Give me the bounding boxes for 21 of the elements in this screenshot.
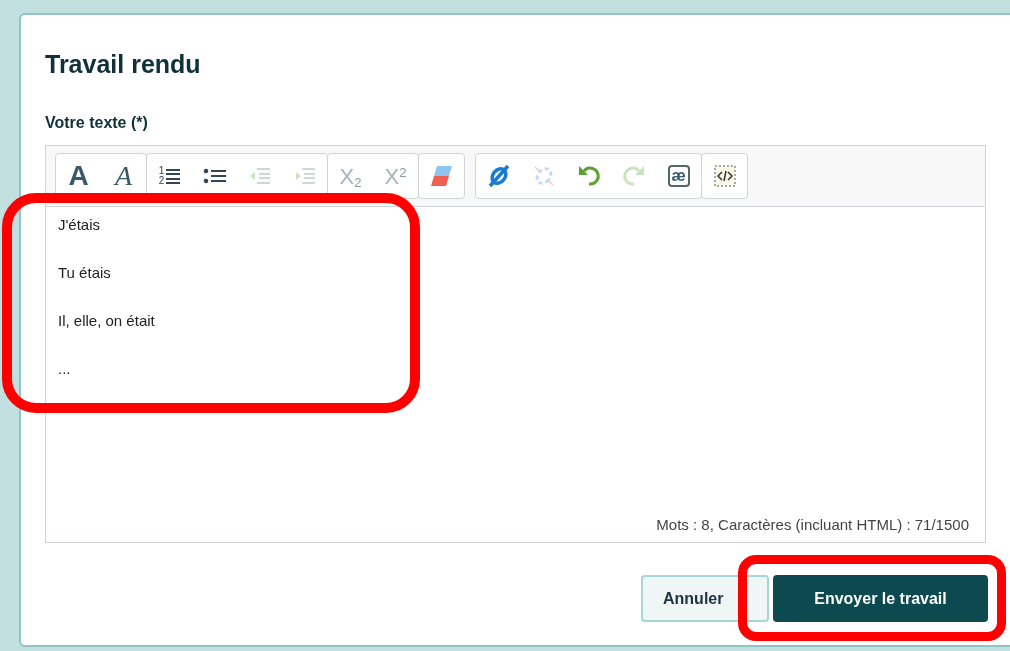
text-line: J'étais xyxy=(58,215,101,235)
outdent-icon xyxy=(248,166,271,186)
list-number: 1 xyxy=(158,166,165,176)
submit-button[interactable]: Envoyer le travail xyxy=(773,575,988,622)
source-icon xyxy=(713,165,736,187)
field-label: Votre texte (*) xyxy=(45,113,149,133)
eraser-icon xyxy=(429,164,454,188)
text-area[interactable]: J'étais Tu étais Il, elle, on était ... xyxy=(46,207,985,514)
cancel-button[interactable]: Annuler xyxy=(641,575,769,622)
special-char-button[interactable]: æ xyxy=(656,154,701,198)
text-line: Tu étais xyxy=(58,263,111,283)
text-line: ... xyxy=(58,359,71,379)
text-line: Il, elle, on était xyxy=(58,311,155,331)
dialog-title: Travail rendu xyxy=(45,49,202,80)
numbered-list-button[interactable]: 1 2 xyxy=(147,154,192,198)
character-counter: Mots : 8, Caractères (incluant HTML) : 71/1500 xyxy=(655,514,970,535)
bold-button[interactable]: A xyxy=(56,154,101,198)
lines-icon xyxy=(166,167,181,185)
italic-button[interactable]: A xyxy=(101,154,146,198)
indent-icon xyxy=(293,166,316,186)
list-number: 2 xyxy=(158,176,165,186)
